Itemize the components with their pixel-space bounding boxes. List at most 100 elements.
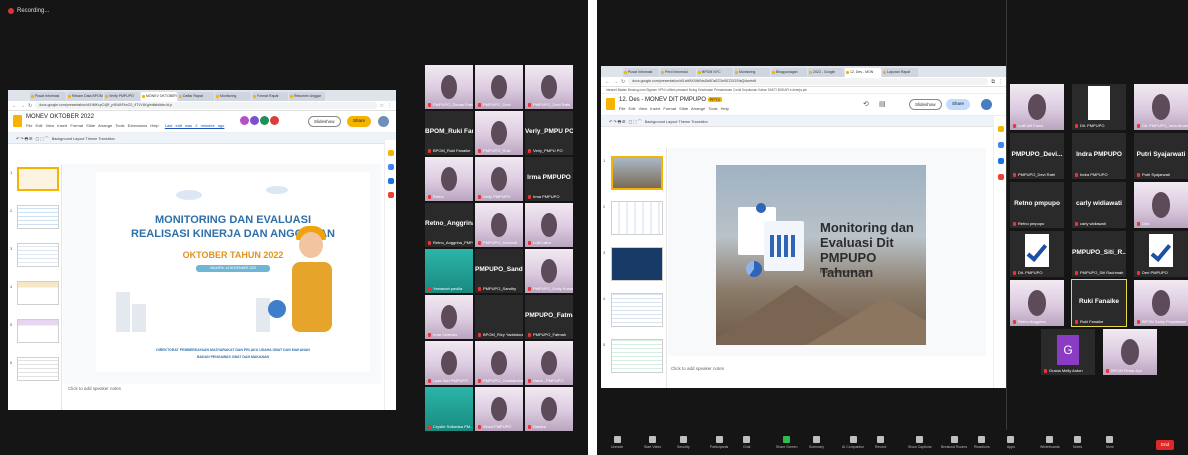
- participant-tile[interactable]: BPOM Pintar Ayu: [1103, 329, 1157, 375]
- editor-toolbar[interactable]: ↶ ↷ 🖶 ⊞ ▢ ⬚ ⌒ Background Layout Theme Tr…: [8, 133, 396, 144]
- history-icon[interactable]: ⟲: [863, 100, 869, 108]
- keep-icon[interactable]: [998, 126, 1004, 132]
- star-icon[interactable]: ☆: [380, 103, 384, 109]
- browser-tab[interactable]: Bhagyanagan: [771, 68, 807, 77]
- browser-tab[interactable]: Pusat Informasi: [623, 68, 659, 77]
- editor-toolbar[interactable]: ↶ ↷ 🖶 ⊞ ▢ ⬚ ⌒ Background Layout Theme Tr…: [601, 116, 1007, 127]
- browser-tab[interactable]: Pusat Informasi: [30, 92, 66, 101]
- document-title[interactable]: MONEV OKTOBER 2022: [26, 114, 94, 120]
- forward-icon[interactable]: →: [613, 79, 618, 85]
- participant-tile[interactable]: Dit. PMPUPO: [1010, 231, 1064, 277]
- slide-thumbnail[interactable]: [611, 156, 663, 190]
- back-icon[interactable]: ←: [605, 79, 610, 85]
- slide-thumbnail[interactable]: [611, 293, 663, 327]
- participant-tile[interactable]: PMPUPO_Ruki: [475, 111, 523, 155]
- browser-tab-active[interactable]: 12. Des - MON: [845, 68, 881, 77]
- participant-tile[interactable]: BPOM Sanly Puspitasari: [1134, 280, 1188, 326]
- menu-bar[interactable]: File Edit View Insert Format Slide Arran…: [26, 123, 224, 128]
- participant-tile[interactable]: Lyda Sari PMPUPO: [425, 341, 473, 385]
- share-button[interactable]: Share: [347, 116, 372, 127]
- participant-tile[interactable]: Lutfi Latra: [525, 203, 573, 247]
- toolbar-control[interactable]: Reactions: [974, 436, 990, 449]
- slideshow-button[interactable]: Slideshow: [909, 99, 942, 110]
- participant-tile[interactable]: Ruki Fanaike Ruki Fanaike: [1071, 279, 1127, 327]
- browser-tab[interactable]: Monitoring: [734, 68, 770, 77]
- browser-tab-active[interactable]: MONEV OKTOBER: [141, 92, 177, 101]
- menu-bar[interactable]: File Edit View Insert Format Slide Arran…: [619, 106, 729, 111]
- more-icon[interactable]: ⋮: [387, 103, 392, 109]
- toolbar-control[interactable]: AI Companion: [842, 436, 864, 449]
- toolbar-control[interactable]: Notes: [1073, 436, 1082, 449]
- url-field[interactable]: docs.google.com/presentation/d/1fMKcpC4j…: [35, 102, 377, 109]
- browser-tab[interactable]: 2022 - Google: [808, 68, 844, 77]
- browser-tab[interactable]: Monitoring: [215, 92, 251, 101]
- contacts-icon[interactable]: [388, 178, 394, 184]
- more-icon[interactable]: ⋮: [998, 79, 1003, 85]
- participant-tile[interactable]: PMPUPO_Siti_R... PMPUPO_Siti Rachmah: [1072, 231, 1126, 277]
- speaker-notes[interactable]: Click to add speaker notes: [671, 366, 724, 371]
- slide-thumbnail[interactable]: [611, 339, 663, 373]
- browser-tab[interactable]: Rekam Data BPOM: [67, 92, 103, 101]
- participant-tile[interactable]: Vinca PMPUPO: [475, 387, 523, 431]
- participant-tile[interactable]: BPOM_Rizy Yaddokuss: [475, 295, 523, 339]
- participant-tile[interactable]: PMPUPO_Devi Ratri: [525, 65, 573, 109]
- participant-tile[interactable]: Indra PMPUPO Indra PMPUPO: [1072, 133, 1126, 179]
- toolbar-control[interactable]: Breakout Rooms: [941, 436, 967, 449]
- slideshow-button[interactable]: Slideshow: [308, 116, 341, 127]
- toolbar-control[interactable]: Security: [677, 436, 690, 449]
- participant-tile[interactable]: PMPUPO_Gushabrina: [475, 341, 523, 385]
- toolbar-control[interactable]: Summary: [809, 436, 824, 449]
- url-field[interactable]: docs.google.com/presentation/d/1aHBX0W0d…: [628, 78, 989, 85]
- participant-tile[interactable]: Putri Syajarwati Putri Syajarwati: [1134, 133, 1188, 179]
- browser-tab[interactable]: Laporan Rapat: [882, 68, 918, 77]
- browser-tab[interactable]: BPOM NYC: [697, 68, 733, 77]
- participant-tile[interactable]: carly widiawati carly widiawati: [1072, 182, 1126, 228]
- participant-tile[interactable]: Nana - PMPUPO: [525, 341, 573, 385]
- end-meeting-button[interactable]: End: [1156, 440, 1174, 450]
- participant-tile[interactable]: PMPUPO_Devi... PMPUPO_Devi Ratri: [1010, 133, 1064, 179]
- tasks-icon[interactable]: [998, 142, 1004, 148]
- slide-thumbnail[interactable]: [17, 205, 59, 229]
- participant-tile[interactable]: Irma Sinensis: [425, 295, 473, 339]
- slide-thumbnail[interactable]: [17, 319, 59, 343]
- toolbar-control[interactable]: Apps: [1007, 436, 1015, 449]
- browser-tab[interactable]: Rekomen Anggar: [289, 92, 325, 101]
- contacts-icon[interactable]: [998, 158, 1004, 164]
- keep-icon[interactable]: [388, 150, 394, 156]
- account-avatar[interactable]: [981, 99, 992, 110]
- slide-thumbnail[interactable]: [17, 167, 59, 191]
- participant-tile[interactable]: Deri PMPUPO: [1134, 231, 1188, 277]
- participant-tile[interactable]: PMPUPO_Fatmah PMPUPO_Fatmah: [525, 295, 573, 339]
- participant-tile[interactable]: Retno: [425, 157, 473, 201]
- maps-icon[interactable]: [998, 174, 1004, 180]
- reload-icon[interactable]: ↻: [621, 79, 625, 85]
- participant-tile[interactable]: Dit. PMPUPO_Irma Amanda: [1134, 84, 1188, 130]
- toolbar-control[interactable]: Share Screen: [776, 436, 797, 449]
- slide-thumbnail[interactable]: [17, 243, 59, 267]
- participant-tile[interactable]: Retno Anggrina: [1010, 280, 1064, 326]
- comments-icon[interactable]: ▤: [879, 100, 886, 108]
- last-edit-link[interactable]: Last edit was 2 minutes ago: [165, 123, 225, 128]
- tasks-icon[interactable]: [388, 164, 394, 170]
- participant-tile[interactable]: PMPUPO_Eddy Kubang: [525, 249, 573, 293]
- toolbar-control[interactable]: More: [1106, 436, 1114, 449]
- participant-tile[interactable]: Lutfi Alif Fauzi: [1010, 84, 1064, 130]
- toolbar-control[interactable]: Whiteboards: [1040, 436, 1060, 449]
- browser-tab[interactable]: Daftar Rapat: [178, 92, 214, 101]
- participant-tile[interactable]: Dit. PMPUPO: [1072, 84, 1126, 130]
- maps-icon[interactable]: [388, 192, 394, 198]
- participant-tile[interactable]: PMPUPO_Devi: [475, 65, 523, 109]
- participant-tile[interactable]: PMPUPO_Dimas Putra A: [425, 65, 473, 109]
- participant-tile[interactable]: Dila: [1134, 182, 1188, 228]
- toolbar-control[interactable]: Participants: [710, 436, 728, 449]
- bookmarks-bar[interactable]: Intranet Badan Brosing.com Sigmen VPN Le…: [601, 87, 1007, 94]
- slide-thumbnail[interactable]: [611, 201, 663, 235]
- participant-tile[interactable]: Retno pmpupo Retno pmpupo: [1010, 182, 1064, 228]
- document-title[interactable]: 12. Des - MONEV DIT PMPUPO PPTX: [619, 97, 723, 103]
- toolbar-control[interactable]: Chat: [743, 436, 750, 449]
- participant-tile[interactable]: Verly PMPUPO: [475, 157, 523, 201]
- speaker-notes[interactable]: Click to add speaker notes: [68, 386, 121, 391]
- toolbar-control[interactable]: Unmute: [611, 436, 623, 449]
- slide-thumbnail[interactable]: [17, 281, 59, 305]
- share-button[interactable]: Share: [946, 99, 971, 110]
